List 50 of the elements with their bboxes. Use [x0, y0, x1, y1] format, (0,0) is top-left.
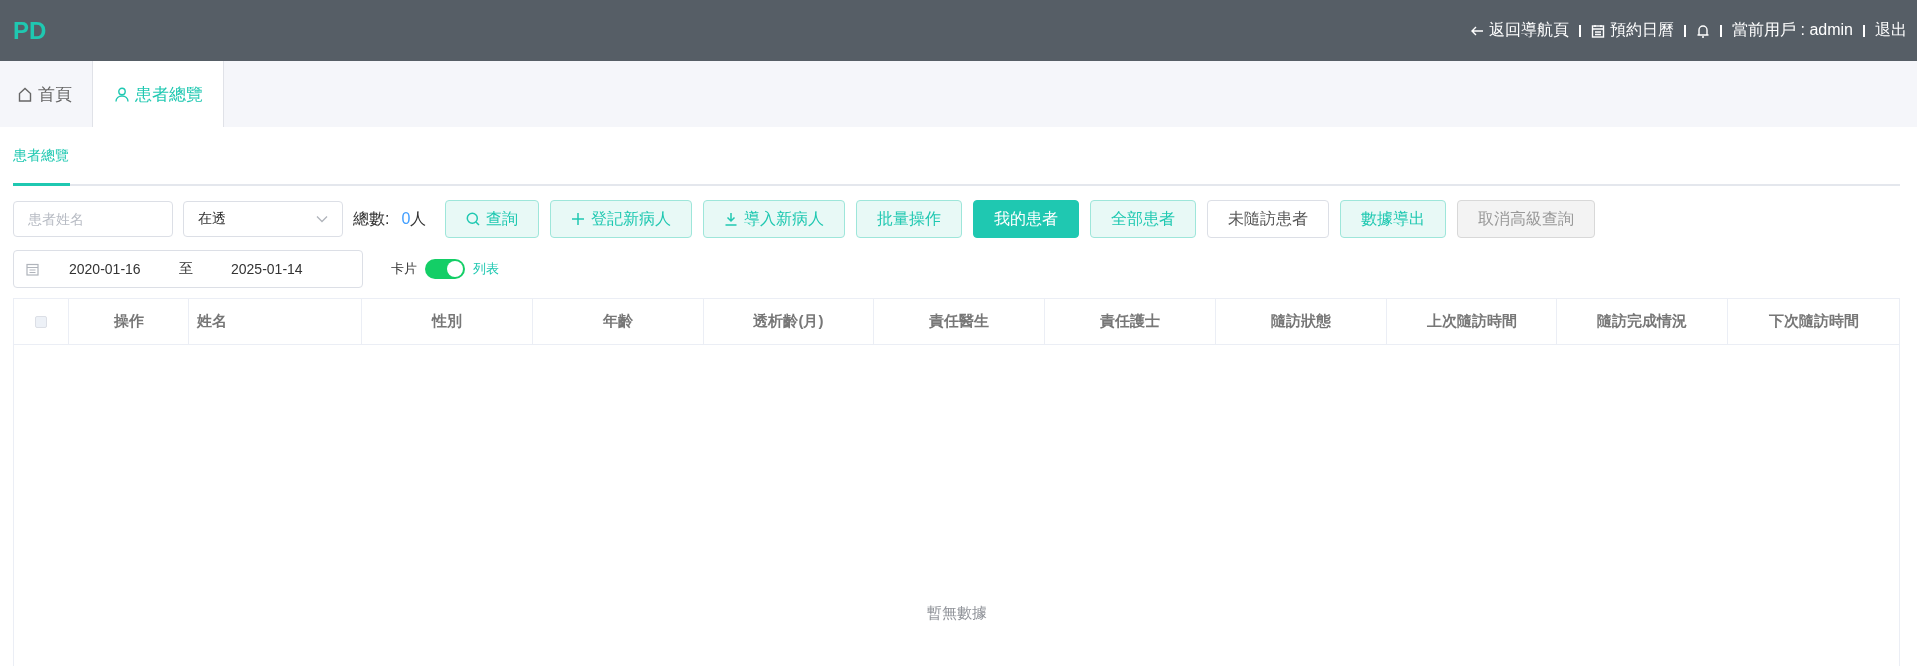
search-field[interactable]: 患者姓名 [13, 201, 173, 237]
column-header: 操作 [69, 299, 189, 344]
action-button[interactable]: 全部患者 [1090, 200, 1197, 238]
calendar-icon [26, 262, 39, 276]
select-all-checkbox[interactable] [35, 315, 47, 328]
tab[interactable]: 患者總覽 [13, 147, 70, 186]
action-button[interactable]: 查詢 [445, 200, 540, 238]
column-header: 透析齡(月) [703, 299, 875, 344]
start-date: 2020-01-16 [69, 261, 142, 277]
column-header: 下次隨訪時間 [1767, 311, 1860, 331]
chevron-down-icon [316, 215, 328, 223]
view-label: 卡片 [391, 260, 417, 278]
total-label: 總數: [353, 208, 390, 229]
action-button[interactable]: 登記新病人 [550, 200, 693, 238]
nav-link[interactable]: 退出 [1875, 20, 1907, 41]
plus-icon [571, 212, 586, 226]
search-icon [466, 212, 481, 226]
bell-button[interactable] [1696, 23, 1711, 38]
column-header: 性別 [362, 299, 533, 344]
empty-message: 暫無數據 [926, 604, 987, 623]
toggle-switch[interactable] [425, 259, 465, 279]
column-header: 責任護士 [1045, 299, 1216, 344]
status-dropdown[interactable]: 在透 [183, 201, 343, 237]
person-icon [115, 86, 129, 102]
logo: PD [13, 16, 47, 45]
download-icon [724, 212, 739, 226]
bell-icon [1696, 23, 1711, 38]
total-count: 0 [401, 209, 411, 228]
total-unit: 人 [410, 208, 427, 229]
action-button[interactable]: 導入新病人 [703, 200, 846, 238]
action-button[interactable]: 數據導出 [1340, 200, 1447, 238]
column-header: 姓名 [189, 299, 362, 344]
nav-link[interactable]: 當前用戶 : admin [1732, 20, 1853, 41]
house-icon [18, 86, 32, 102]
date-range-field[interactable]: 2020-01-16 至 2025-01-14 [13, 250, 363, 288]
end-date: 2025-01-14 [231, 261, 304, 277]
tab[interactable]: 患者總覽 [93, 61, 224, 127]
view-label: 列表 [473, 260, 499, 278]
action-button[interactable]: 批量操作 [856, 200, 963, 238]
nav-link[interactable]: 返回導航頁 [1470, 20, 1570, 41]
action-button[interactable]: 我的患者 [973, 200, 1080, 238]
date-separator: 至 [179, 260, 194, 278]
column-header: 上次隨訪時間 [1386, 299, 1558, 344]
calendar-icon [1591, 23, 1606, 38]
column-header: 隨訪完成情況 [1557, 299, 1729, 344]
column-header: 責任醫生 [874, 299, 1046, 344]
column-header: 年齡 [532, 299, 704, 344]
nav-link[interactable]: 預約日曆 [1591, 20, 1675, 41]
column-header: 隨訪狀態 [1215, 299, 1387, 344]
action-button[interactable]: 未隨訪患者 [1207, 200, 1330, 238]
